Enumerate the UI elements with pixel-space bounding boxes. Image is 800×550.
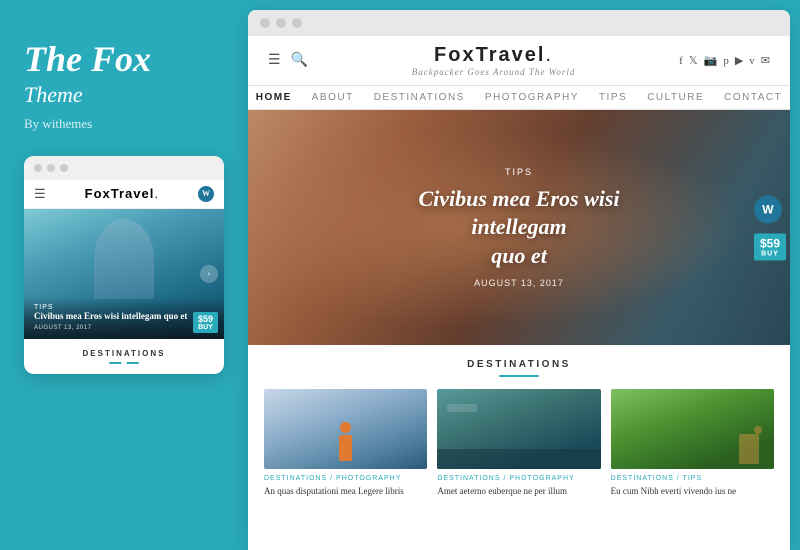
mobile-destinations-section: DESTINATIONS bbox=[24, 339, 224, 374]
facebook-icon[interactable]: f bbox=[679, 55, 683, 67]
nav-destinations[interactable]: DESTINATIONS bbox=[374, 92, 465, 103]
browser-chrome bbox=[248, 10, 790, 36]
destinations-section: DESTINATIONS DESTINATIONS / PHOTOGRAPHY bbox=[248, 345, 790, 508]
mobile-site-header: ☰ FoxTravel. W bbox=[24, 180, 224, 209]
buy-label: BUY bbox=[760, 250, 780, 257]
destination-card-1[interactable]: DESTINATIONS / PHOTOGRAPHY An quas dispu… bbox=[264, 389, 427, 498]
destinations-underline bbox=[499, 375, 539, 377]
nav-home[interactable]: HOME bbox=[256, 92, 292, 103]
price-tag[interactable]: $59 BUY bbox=[754, 233, 786, 260]
hero-date: AUGUST 13, 2017 bbox=[384, 278, 655, 288]
mobile-hamburger-icon[interactable]: ☰ bbox=[34, 186, 46, 202]
mobile-logo: FoxTravel. bbox=[85, 186, 159, 201]
dot-2 bbox=[47, 164, 55, 172]
mobile-hero-title: Civibus mea Eros wisi intellegam quo et bbox=[34, 311, 214, 323]
site-logo-tagline: Backpacker Goes Around The World bbox=[412, 67, 576, 77]
mobile-hero-next-icon[interactable]: › bbox=[200, 265, 218, 283]
left-panel: The Fox Theme By withemes ☰ FoxTravel. W… bbox=[0, 0, 248, 550]
site-logo: FoxTravel. Backpacker Goes Around The Wo… bbox=[412, 44, 576, 77]
mobile-wp-icon: W bbox=[198, 186, 214, 202]
dot-3 bbox=[60, 164, 68, 172]
mobile-destinations-label: DESTINATIONS bbox=[34, 349, 214, 358]
hero-content: TIPS Civibus mea Eros wisi intellegamquo… bbox=[384, 167, 655, 289]
hamburger-icon[interactable]: ☰ bbox=[268, 52, 281, 69]
hero-side-badges: W $59 BUY bbox=[754, 195, 790, 260]
mobile-preview-card: ☰ FoxTravel. W TIPS Civibus mea Eros wis… bbox=[24, 156, 224, 374]
dest-image-1 bbox=[264, 389, 427, 469]
browser-panel: ☰ 🔍 FoxTravel. Backpacker Goes Around Th… bbox=[248, 10, 790, 550]
browser-dot-3 bbox=[292, 18, 302, 28]
youtube-icon[interactable]: ▶ bbox=[735, 54, 743, 67]
nav-photography[interactable]: PHOTOGRAPHY bbox=[485, 92, 579, 103]
nav-contact[interactable]: CONTACT bbox=[724, 92, 782, 103]
vimeo-icon[interactable]: v bbox=[749, 55, 755, 67]
dest-image-3 bbox=[611, 389, 774, 469]
dest-tag-2: DESTINATIONS / PHOTOGRAPHY bbox=[437, 475, 600, 482]
browser-dot-2 bbox=[276, 18, 286, 28]
nav-about[interactable]: ABOUT bbox=[312, 92, 354, 103]
dest-image-2 bbox=[437, 389, 600, 469]
dot-1 bbox=[34, 164, 42, 172]
destination-card-2[interactable]: DESTINATIONS / PHOTOGRAPHY Amet aeterno … bbox=[437, 389, 600, 498]
wordpress-badge[interactable]: W bbox=[754, 195, 782, 223]
instagram-icon[interactable]: 📷 bbox=[704, 54, 718, 67]
site-header-social: f 𝕏 📷 p ▶ v ✉ bbox=[679, 54, 770, 67]
dest-title-3: Eu cum Nibh everti vivendo ius ne bbox=[611, 485, 774, 498]
theme-title: The Fox Theme bbox=[24, 40, 151, 108]
mobile-hero: TIPS Civibus mea Eros wisi intellegam qu… bbox=[24, 209, 224, 339]
nav-culture[interactable]: CULTURE bbox=[647, 92, 704, 103]
nav-tips[interactable]: TIPS bbox=[599, 92, 627, 103]
theme-author: By withemes bbox=[24, 116, 92, 132]
mobile-logo-dot: . bbox=[154, 186, 159, 201]
mobile-price-badge[interactable]: $59 BUY bbox=[193, 312, 218, 333]
site-header-left: ☰ 🔍 bbox=[268, 52, 308, 69]
dest-title-2: Amet aeterno euberque ne per illum bbox=[437, 485, 600, 498]
dest-tag-3: DESTINATIONS / TIPS bbox=[611, 475, 774, 482]
mobile-destinations-underline bbox=[109, 362, 139, 364]
twitter-icon[interactable]: 𝕏 bbox=[689, 54, 698, 67]
dest-title-1: An quas disputationi mea Legere libris bbox=[264, 485, 427, 498]
hero-tag: TIPS bbox=[384, 167, 655, 177]
search-icon[interactable]: 🔍 bbox=[291, 52, 308, 69]
site-header: ☰ 🔍 FoxTravel. Backpacker Goes Around Th… bbox=[248, 36, 790, 86]
mobile-card-chrome bbox=[24, 156, 224, 180]
price-amount: $59 bbox=[760, 236, 780, 250]
email-icon[interactable]: ✉ bbox=[761, 54, 770, 67]
destination-card-3[interactable]: DESTINATIONS / TIPS Eu cum Nibh everti v… bbox=[611, 389, 774, 498]
site-logo-dot: . bbox=[545, 44, 553, 66]
site-logo-name: FoxTravel. bbox=[412, 44, 576, 67]
destinations-heading: DESTINATIONS bbox=[264, 359, 774, 370]
browser-dot-1 bbox=[260, 18, 270, 28]
pinterest-icon[interactable]: p bbox=[723, 55, 729, 67]
site-hero: TIPS Civibus mea Eros wisi intellegamquo… bbox=[248, 110, 790, 345]
site-nav: HOME ABOUT DESTINATIONS PHOTOGRAPHY TIPS… bbox=[248, 86, 790, 110]
person-figure bbox=[264, 389, 427, 469]
mobile-hero-tag: TIPS bbox=[34, 304, 214, 311]
hero-title: Civibus mea Eros wisi intellegamquo et bbox=[384, 185, 655, 271]
mobile-hero-date: AUGUST 13, 2017 bbox=[34, 325, 214, 331]
dest-tag-1: DESTINATIONS / PHOTOGRAPHY bbox=[264, 475, 427, 482]
destinations-grid: DESTINATIONS / PHOTOGRAPHY An quas dispu… bbox=[264, 389, 774, 498]
browser-content: ☰ 🔍 FoxTravel. Backpacker Goes Around Th… bbox=[248, 36, 790, 550]
